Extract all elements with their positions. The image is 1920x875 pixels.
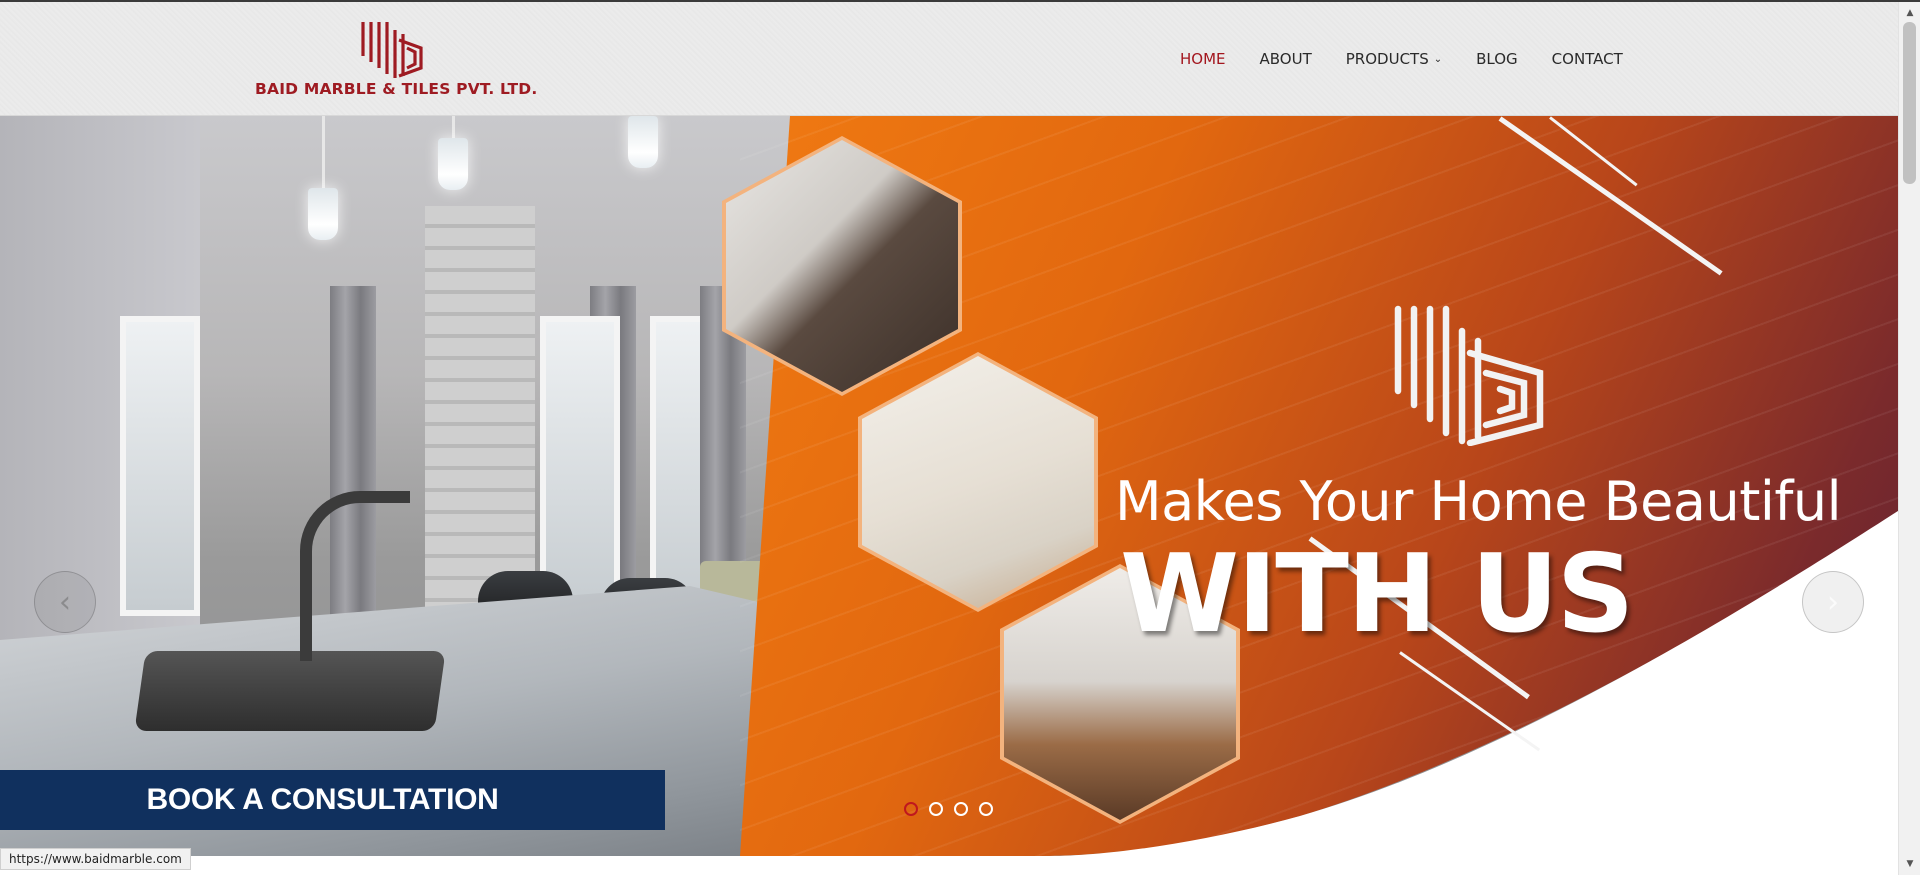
main-nav: HOME ABOUT PRODUCTS ⌄ BLOG CONTACT: [1180, 50, 1657, 68]
scroll-down-icon[interactable]: ▼: [1899, 855, 1920, 873]
chevron-down-icon: ⌄: [1433, 53, 1443, 65]
scroll-up-icon[interactable]: ▲: [1899, 4, 1920, 22]
hero-slider: Makes Your Home Beautiful WITH US ‹ ›: [0, 116, 1898, 856]
pendant-lamp: [628, 116, 658, 168]
nav-item-contact[interactable]: CONTACT: [1552, 50, 1623, 68]
brand-name: BAID MARBLE & TILES PVT. LTD.: [255, 80, 538, 98]
nav-item-label: ABOUT: [1259, 50, 1312, 68]
nav-item-products[interactable]: PRODUCTS ⌄: [1346, 50, 1442, 68]
book-consultation-label: BOOK A CONSULTATION: [146, 783, 499, 816]
nav-item-blog[interactable]: BLOG: [1476, 50, 1518, 68]
nav-item-about[interactable]: ABOUT: [1260, 50, 1312, 68]
photo-window: [120, 316, 200, 616]
brand-logo[interactable]: BAID MARBLE & TILES PVT. LTD.: [255, 18, 538, 104]
hero-headline-line1: Makes Your Home Beautiful: [1115, 470, 1842, 533]
nav-item-label: PRODUCTS: [1345, 50, 1429, 68]
book-consultation-button[interactable]: BOOK A CONSULTATION: [0, 770, 665, 830]
scrollbar-thumb[interactable]: [1903, 22, 1916, 184]
brand-logo-icon-white: [1394, 305, 1544, 446]
brand-logo-icon: [361, 22, 423, 78]
site-header: BAID MARBLE & TILES PVT. LTD. HOME ABOUT…: [0, 2, 1898, 116]
page-scrollbar[interactable]: ▲ ▼: [1898, 2, 1920, 875]
hero-headline-line2: WITH US: [1120, 532, 1634, 657]
chevron-left-icon: ‹: [59, 584, 71, 620]
slider-dot-3[interactable]: [954, 802, 968, 816]
nav-item-home[interactable]: HOME: [1180, 50, 1226, 68]
slider-next-button[interactable]: ›: [1802, 571, 1864, 633]
photo-faucet: [300, 491, 410, 661]
nav-item-label: HOME: [1180, 50, 1226, 68]
status-bar-url: https://www.baidmarble.com: [0, 848, 191, 870]
slider-dot-4[interactable]: [979, 802, 993, 816]
slider-pagination: [904, 802, 1004, 816]
pendant-cord: [322, 116, 325, 191]
photo-window: [540, 316, 620, 616]
nav-item-label: CONTACT: [1551, 50, 1623, 68]
slider-dot-2[interactable]: [929, 802, 943, 816]
pendant-lamp: [438, 138, 468, 190]
slider-prev-button[interactable]: ‹: [34, 571, 96, 633]
nav-item-label: BLOG: [1476, 50, 1518, 68]
slider-dot-1[interactable]: [904, 802, 918, 816]
pendant-lamp: [308, 188, 338, 240]
chevron-right-icon: ›: [1827, 584, 1839, 620]
photo-sink: [134, 651, 446, 731]
